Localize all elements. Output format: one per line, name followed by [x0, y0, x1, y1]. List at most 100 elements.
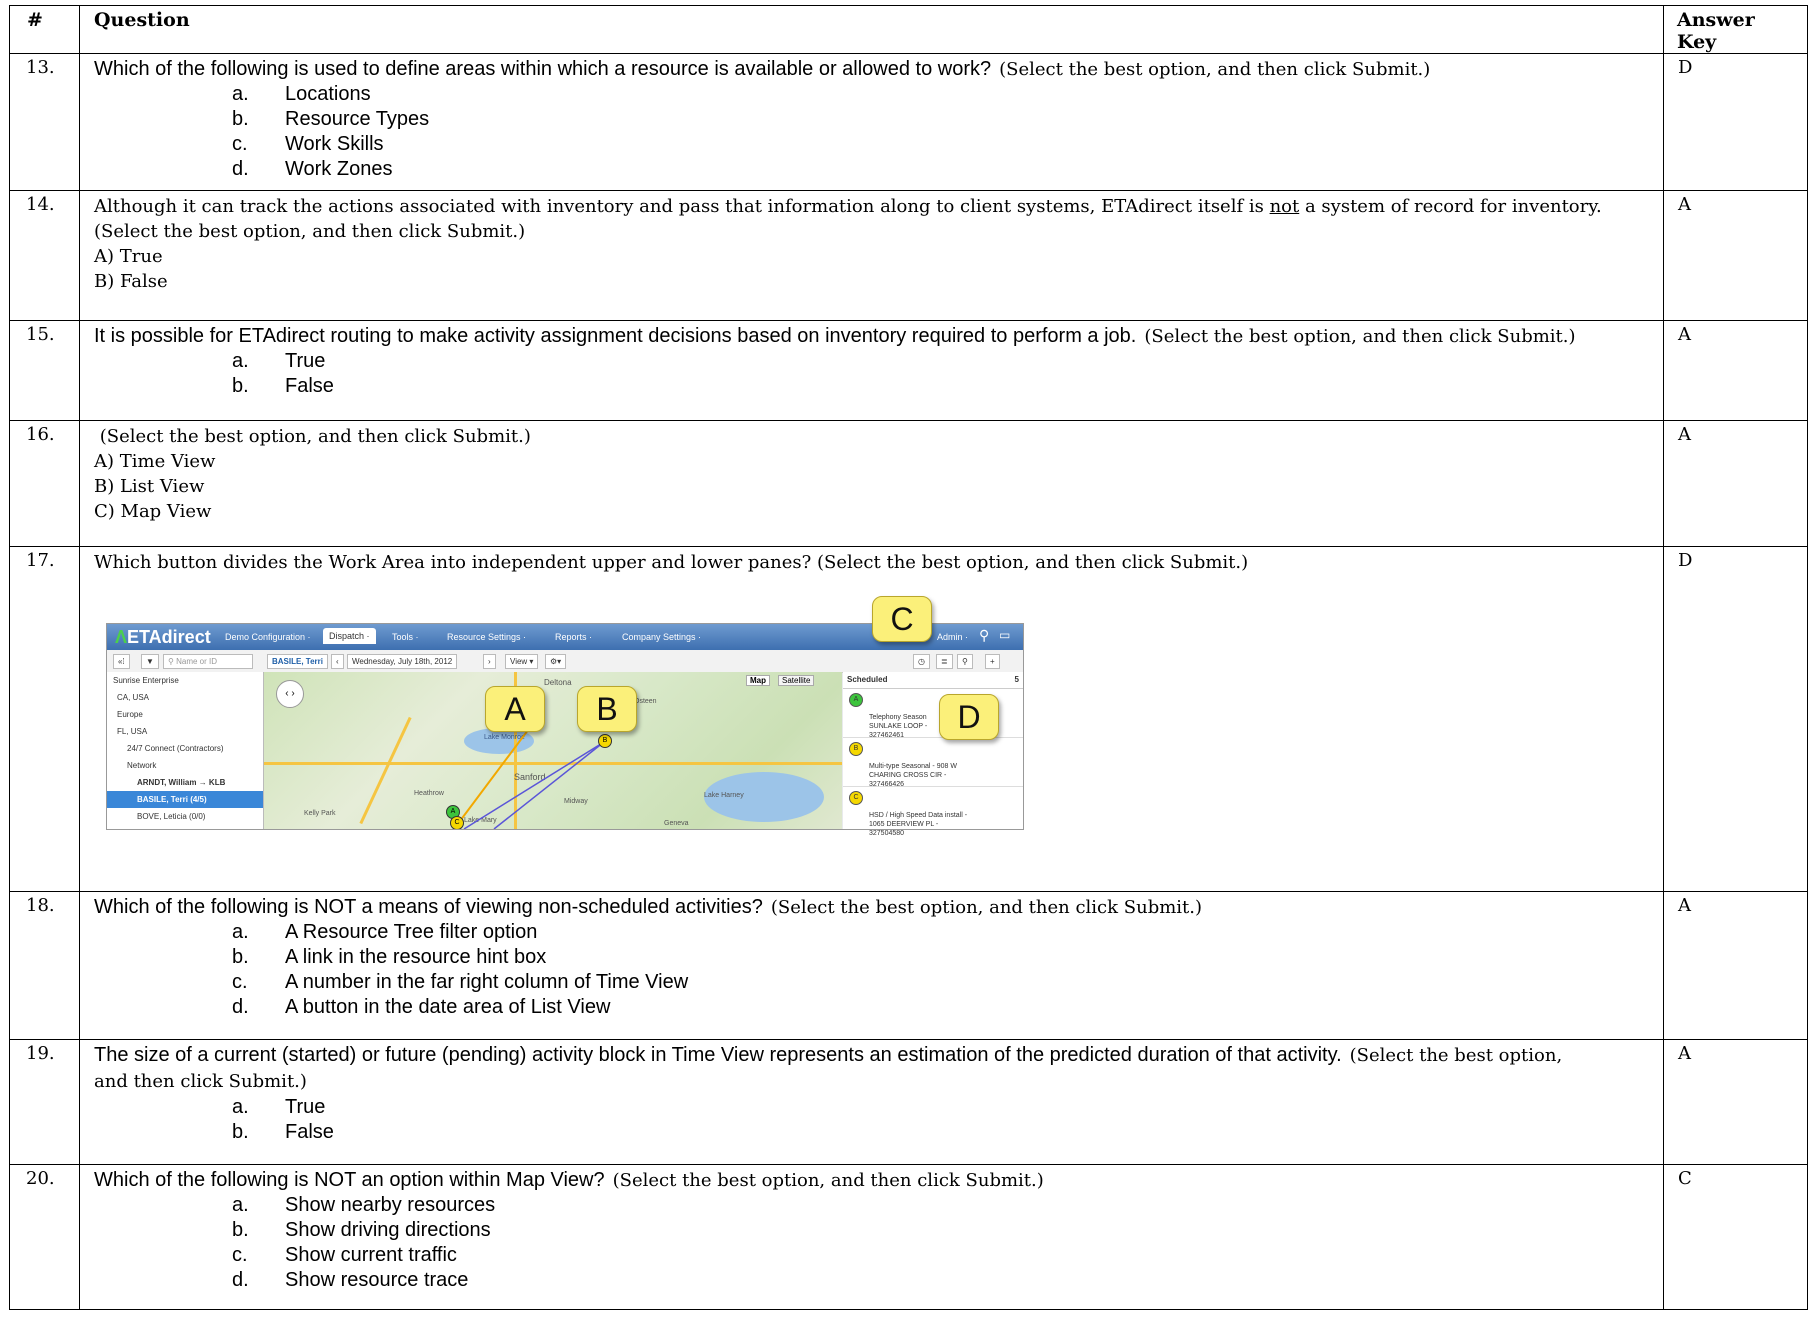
question-cell: (Select the best option, and then click … — [79, 420, 1664, 547]
tree-item[interactable]: ARNDT, William → KLB — [107, 774, 263, 791]
option: a. True — [232, 350, 326, 372]
scheduled-item[interactable]: C HSD / High Speed Data install -1065 DE… — [843, 787, 1023, 837]
question-text: Although it can track the actions associ… — [94, 196, 1602, 242]
question-number: 15. — [9, 320, 80, 421]
option: b. False — [232, 375, 334, 397]
tree-item[interactable]: BOVE, Leticia (0/0) — [107, 808, 263, 825]
question-cell: It is possible for ETAdirect routing to … — [79, 320, 1664, 421]
question-cell: The size of a current (started) or futur… — [79, 1039, 1664, 1165]
tree-item[interactable]: CA, USA — [107, 689, 263, 706]
route-lines — [453, 721, 605, 829]
question-cell: Which button divides the Work Area into … — [79, 546, 1664, 892]
callout-b: B — [577, 686, 637, 732]
pin-b-icon: B — [849, 742, 863, 756]
question-cell: Although it can track the actions associ… — [79, 190, 1664, 321]
scheduled-panel: Scheduled 5 A Telephony Season SUNLAKE LOO… — [843, 672, 1023, 837]
tree-item-selected[interactable]: BASILE, Terri (4/5) — [107, 791, 263, 808]
menu-reports[interactable]: Reports · — [555, 632, 592, 642]
option: a. Show nearby resources — [232, 1194, 496, 1216]
option: C) Map View — [94, 501, 212, 522]
option: a. True — [232, 1096, 326, 1118]
list-view-icon[interactable]: ≣ — [936, 654, 953, 669]
question-number: 19. — [9, 1039, 80, 1165]
header-row: # Question Answer Key — [9, 5, 1808, 54]
scheduled-header: Scheduled 5 — [843, 672, 1023, 689]
map-pin-c[interactable]: C — [450, 816, 464, 829]
header-answer-key: Answer Key — [1663, 5, 1808, 54]
question-row: 14. Although it can track the actions as… — [9, 190, 1808, 321]
question-instruction: (Select the best option, and then click … — [1144, 326, 1576, 347]
menu-dispatch[interactable]: Dispatch · — [323, 628, 376, 644]
callout-a: A — [485, 686, 545, 732]
question-text: Which button divides the Work Area into … — [94, 552, 1249, 573]
admin-menu[interactable]: Admin · — [937, 632, 968, 642]
question-cell: Which of the following is NOT an option … — [79, 1164, 1664, 1310]
question-text: The size of a current (started) or futur… — [94, 1044, 1342, 1066]
filter-icon[interactable]: ▼ — [141, 654, 159, 669]
option: b. Show driving directions — [232, 1219, 491, 1241]
date-display[interactable]: Wednesday, July 18th, 2012 — [347, 654, 458, 669]
pin-c-icon: C — [849, 791, 863, 805]
menu-demo-configuration[interactable]: Demo Configuration · — [225, 632, 311, 642]
question-number: 13. — [9, 53, 80, 191]
selected-resource: BASILE, Terri — [267, 654, 328, 669]
tree-item[interactable]: Europe — [107, 706, 263, 723]
menu-tools[interactable]: Tools · — [392, 632, 419, 642]
question-instruction: (Select the best option, — [1349, 1045, 1563, 1066]
question-number: 16. — [9, 420, 80, 547]
question-instruction: (Select the best option, and then click … — [612, 1170, 1044, 1191]
question-instruction: (Select the best option, and then click … — [94, 426, 531, 447]
map-view-icon[interactable]: ⚲ — [957, 654, 973, 669]
gear-icon[interactable]: ⚙▾ — [545, 654, 567, 669]
answer-key: A — [1663, 891, 1808, 1040]
option: c. A number in the far right column of Ti… — [232, 971, 689, 993]
chat-icon[interactable]: ▭ — [999, 628, 1010, 642]
question-instruction: (Select the best option, and then click … — [999, 59, 1431, 80]
question-number: 17. — [9, 546, 80, 892]
option: B) False — [94, 271, 168, 292]
question-text: Which of the following is NOT an option … — [94, 1169, 605, 1191]
question-cell: Which of the following is used to define… — [79, 53, 1664, 191]
map-area[interactable]: Lake Monroe Sanford Midway Lake Mary Hea… — [264, 672, 842, 829]
next-date-button[interactable]: › — [483, 654, 496, 669]
resource-search-input[interactable]: ⚲ Name or ID — [163, 654, 253, 669]
question-row: 19. The size of a current (started) or f… — [9, 1039, 1808, 1165]
header-question: Question — [79, 5, 1664, 54]
answer-key: D — [1663, 53, 1808, 191]
question-instruction: (Select the best option, and then click … — [770, 897, 1203, 918]
option: b. False — [232, 1121, 334, 1143]
tree-item[interactable]: Network — [107, 757, 263, 774]
app-toolbar: «⁞ ▼ ⚲ Name or ID BASILE, Terri ‹ Wednes… — [107, 650, 1023, 673]
option: c. Work Skills — [232, 133, 384, 155]
option: a. Locations — [232, 83, 371, 105]
tree-item[interactable]: FL, USA — [107, 723, 263, 740]
collapse-tree-icon[interactable]: «⁞ — [113, 654, 130, 669]
menu-company-settings[interactable]: Company Settings · — [622, 632, 701, 642]
answer-key: A — [1663, 1039, 1808, 1165]
question-text: Which of the following is used to define… — [94, 58, 992, 80]
quiz-table: # Question Answer Key 13. Which of the fo… — [9, 5, 1808, 1310]
answer-key: A — [1663, 320, 1808, 421]
search-icon[interactable]: ⚲ — [979, 627, 989, 644]
split-pane-icon[interactable]: + — [985, 654, 1000, 669]
prev-date-button[interactable]: ‹ — [331, 654, 344, 669]
tree-item[interactable]: 24/7 Connect (Contractors) — [107, 740, 263, 757]
option: a. A Resource Tree filter option — [232, 921, 538, 943]
option: c. Show current traffic — [232, 1244, 457, 1266]
scheduled-item[interactable]: B Multi-type Seasonal - 908 W CHARING CRO… — [843, 738, 1023, 788]
option: A) True — [94, 246, 163, 267]
menu-resource-settings[interactable]: Resource Settings · — [447, 632, 526, 642]
question-row: 13. Which of the following is used to de… — [9, 53, 1808, 191]
map-pin-b[interactable]: B — [598, 734, 612, 748]
resource-tree: Sunrise Enterprise CA, USA Europe FL, US… — [107, 672, 264, 829]
view-dropdown[interactable]: View ▾ — [505, 654, 539, 669]
option: d. A button in the date area of List View — [232, 996, 611, 1018]
callout-c: C — [872, 596, 932, 642]
option: A) Time View — [94, 451, 216, 472]
answer-key: C — [1663, 1164, 1808, 1310]
tree-item[interactable]: Sunrise Enterprise — [107, 672, 263, 689]
question-row: 18. Which of the following is NOT a mean… — [9, 891, 1808, 1040]
question-cell: Which of the following is NOT a means of… — [79, 891, 1664, 1040]
question-row: 16. (Select the best option, and then cl… — [9, 420, 1808, 547]
time-view-icon[interactable]: ◷ — [913, 654, 930, 669]
